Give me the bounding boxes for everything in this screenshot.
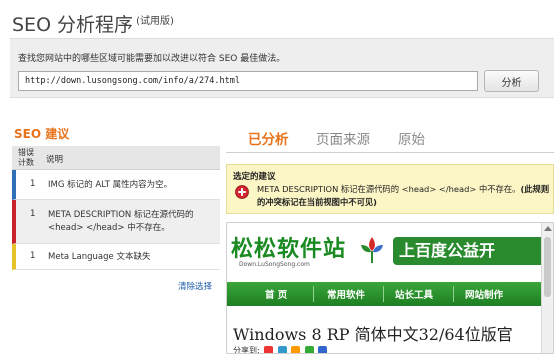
share-icon[interactable] xyxy=(277,346,287,353)
preview-logo: 松松软件站 xyxy=(231,236,347,262)
trial-badge: (试用版) xyxy=(136,16,174,27)
preview-nav-web-design[interactable]: 网站制作 xyxy=(465,287,503,301)
selected-suggestion-notice: 选定的建议 META DESCRIPTION 标记在源代码的 <head> </… xyxy=(226,164,554,214)
suggestion-count: 1 xyxy=(30,251,36,261)
tabs-divider xyxy=(226,152,554,153)
scrollbar-thumb[interactable] xyxy=(544,237,551,297)
suggestions-title: SEO 建议 xyxy=(14,127,70,141)
url-panel: 查找您网站中的哪些区域可能需要加以改进以符合 SEO 最佳做法。 http://… xyxy=(10,38,554,98)
nav-divider xyxy=(453,286,454,302)
tab-original[interactable]: 原始 xyxy=(398,128,425,148)
suggestion-desc: Meta Language 文本缺失 xyxy=(48,252,151,262)
tab-page-source[interactable]: 页面来源 xyxy=(316,128,370,148)
notice-text: META DESCRIPTION 标记在源代码的 <head> </head> … xyxy=(257,183,553,209)
preview-scrollbar[interactable] xyxy=(541,223,553,353)
share-icon[interactable] xyxy=(318,346,328,353)
url-prompt: 查找您网站中的哪些区域可能需要加以改进以符合 SEO 最佳做法。 xyxy=(18,54,286,64)
preview-nav-webmaster-tools[interactable]: 站长工具 xyxy=(395,287,433,301)
suggestion-count: 1 xyxy=(30,209,36,219)
preview-share-label: 分享到: xyxy=(233,346,260,354)
suggestion-row-meta-language[interactable]: 1 Meta Language 文本缺失 xyxy=(12,244,220,270)
preview-charity-banner: 上百度公益开 xyxy=(393,237,543,265)
preview-headline: Windows 8 RP 简体中文32/64位版官 xyxy=(233,325,513,344)
tab-analyzed[interactable]: 已分析 xyxy=(248,128,289,148)
preview-nav-software[interactable]: 常用软件 xyxy=(327,287,365,301)
header-error-count: 错误计数 xyxy=(18,148,34,167)
notice-title: 选定的建议 xyxy=(233,172,276,182)
suggestion-row-alt[interactable]: 1 IMG 标记的 ALT 属性内容为空。 xyxy=(12,170,220,200)
clear-selection-link[interactable]: 清除选择 xyxy=(178,280,212,292)
suggestion-desc: META DESCRIPTION 标记在源代码的 <head> </head> … xyxy=(48,210,194,233)
share-icon[interactable] xyxy=(291,346,301,353)
share-icon[interactable] xyxy=(304,346,314,353)
suggestions-table: 错误计数 说明 1 IMG 标记的 ALT 属性内容为空。 1 META DES… xyxy=(12,146,220,270)
page-title: SEO 分析程序 (试用版) xyxy=(12,10,174,37)
preview-share-bar: 分享到: xyxy=(233,345,328,354)
nav-divider xyxy=(313,286,314,302)
url-input[interactable]: http://down.lusongsong.com/info/a/274.ht… xyxy=(18,71,478,91)
page-preview[interactable]: 松松软件站 Down.LuSongSong.com 上百度公益开 首 页 常用软… xyxy=(226,222,554,354)
page-title-text: SEO 分析程序 xyxy=(12,14,134,36)
error-plus-icon xyxy=(235,185,249,199)
suggestion-row-meta-description[interactable]: 1 META DESCRIPTION 标记在源代码的 <head> </head… xyxy=(12,200,220,244)
nav-divider xyxy=(383,286,384,302)
preview-nav-home[interactable]: 首 页 xyxy=(265,287,287,301)
suggestions-header: 错误计数 说明 xyxy=(12,146,220,170)
suggestion-desc: IMG 标记的 ALT 属性内容为空。 xyxy=(48,180,173,190)
notice-text-main: META DESCRIPTION 标记在源代码的 <head> </head> … xyxy=(257,184,521,194)
preview-logo-sub: Down.LuSongSong.com xyxy=(239,261,310,268)
header-description: 说明 xyxy=(46,155,64,165)
flower-logo-icon xyxy=(361,237,383,263)
analyze-button[interactable]: 分析 xyxy=(484,70,539,92)
scroll-up-icon[interactable] xyxy=(544,226,552,231)
suggestion-count: 1 xyxy=(30,179,36,189)
preview-nav-bar: 首 页 常用软件 站长工具 网站制作 xyxy=(227,282,541,306)
share-icon[interactable] xyxy=(264,346,274,353)
